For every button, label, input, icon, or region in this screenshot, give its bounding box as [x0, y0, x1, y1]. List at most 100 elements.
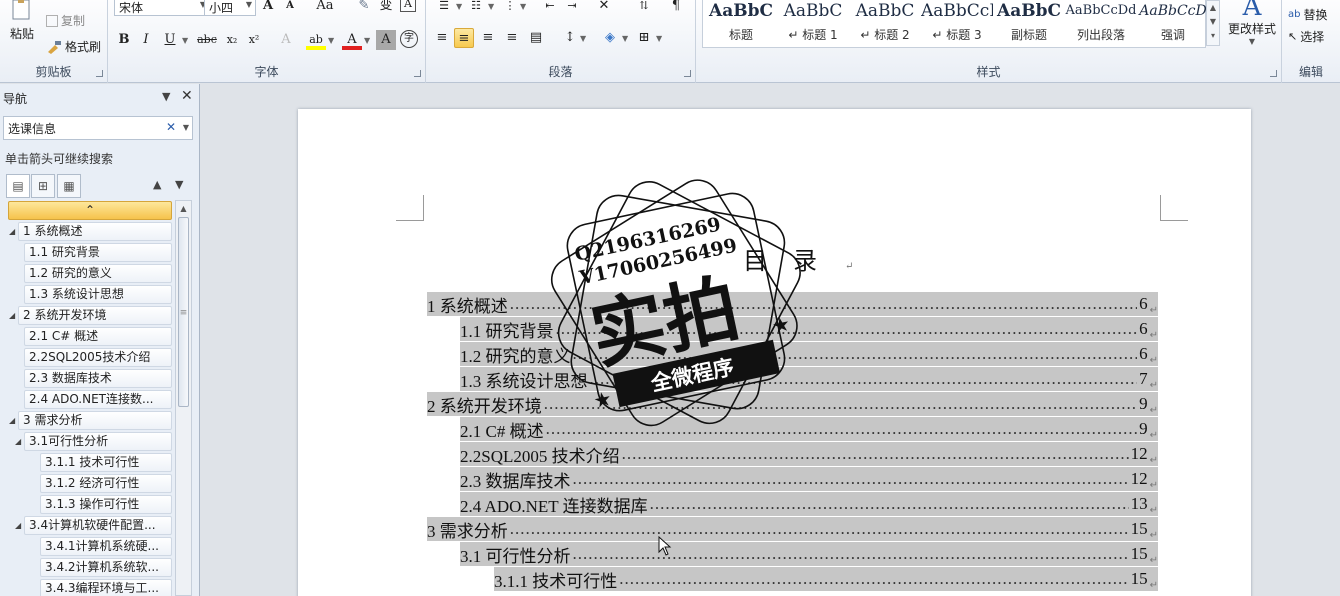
sort-button[interactable]: ⇅	[634, 0, 654, 16]
nav-heading-item[interactable]: 2.3 数据库技术	[24, 369, 172, 388]
clear-search-icon[interactable]: ✕	[166, 120, 176, 134]
chevron-down-icon[interactable]: ▼	[622, 34, 628, 43]
gallery-scroll[interactable]: ▲ ▼ ▾	[1206, 0, 1220, 46]
increase-indent-button[interactable]: ⇥	[562, 0, 582, 16]
underline-button[interactable]: U	[160, 30, 180, 50]
chevron-down-icon[interactable]: ▼	[580, 34, 586, 43]
nav-heading-item[interactable]: 2.1 C# 概述	[24, 327, 172, 346]
scroll-up-icon[interactable]: ▲	[176, 201, 191, 217]
nav-heading-item[interactable]: 3.4.2计算机系统软...	[40, 558, 172, 577]
collapse-triangle-icon[interactable]: ◢	[9, 311, 15, 320]
nav-heading-item[interactable]: 3.1.3 操作可行性	[40, 495, 172, 514]
shrink-font-button[interactable]: A	[280, 0, 300, 16]
copy-button[interactable]: 复制	[46, 12, 85, 29]
tree-collapse-top[interactable]: ⌃	[8, 201, 172, 220]
nav-heading-item[interactable]: 2 系统开发环境	[18, 306, 172, 325]
nav-heading-item[interactable]: 1.1 研究背景	[24, 243, 172, 262]
chevron-down-icon[interactable]: ▼	[328, 36, 334, 45]
chevron-down-icon[interactable]: ▼	[246, 0, 252, 9]
chevron-down-icon[interactable]: ▼	[162, 90, 170, 103]
styles-launcher-icon[interactable]	[1270, 70, 1277, 77]
collapse-triangle-icon[interactable]: ◢	[15, 521, 21, 530]
previous-result-icon[interactable]: ▲	[153, 178, 161, 191]
tab-headings[interactable]: ▤	[6, 174, 30, 198]
tab-results[interactable]: ▦	[57, 174, 81, 198]
chevron-down-icon[interactable]: ▼	[520, 2, 526, 11]
style-gallery-item[interactable]: AaBbC 标题	[705, 0, 777, 44]
shading-button[interactable]: ◈	[600, 28, 620, 48]
text-effects-button[interactable]: A	[276, 30, 296, 50]
borders-button[interactable]: ⊞	[634, 28, 654, 48]
chevron-down-icon[interactable]: ▼	[656, 34, 662, 43]
chevron-down-icon[interactable]: ▼	[456, 2, 462, 11]
toc-entry[interactable]: 3 需求分析..................................…	[427, 517, 1158, 541]
strikethrough-button[interactable]: abc	[194, 30, 220, 50]
document-page[interactable]: 目录 ↵ 1 系统概述..............................…	[298, 109, 1251, 596]
close-icon[interactable]: ✕	[181, 88, 193, 104]
collapse-triangle-icon[interactable]: ◢	[15, 437, 21, 446]
font-color-button[interactable]: A	[342, 30, 362, 50]
numbering-button[interactable]: ☷	[466, 0, 486, 16]
nav-heading-item[interactable]: 1 系统概述	[18, 222, 172, 241]
nav-heading-item[interactable]: 2.2SQL2005技术介绍	[24, 348, 172, 367]
chevron-down-icon[interactable]: ▼	[182, 36, 188, 45]
style-gallery-item[interactable]: AaBbC 副标题	[993, 0, 1065, 44]
style-gallery-item[interactable]: AaBbCcD 强调	[1137, 0, 1209, 44]
line-spacing-button[interactable]: ↕	[560, 28, 580, 48]
toc-entry[interactable]: 3.1.1 技术可行性.............................…	[494, 567, 1158, 591]
nav-heading-item[interactable]: 3.1.1 技术可行性	[40, 453, 172, 472]
toc-entry[interactable]: 3.1 可行性分析...............................…	[460, 542, 1158, 566]
paragraph-launcher-icon[interactable]	[684, 70, 691, 77]
scroll-thumb[interactable]: ≡	[178, 217, 189, 407]
next-result-icon[interactable]: ▼	[175, 178, 183, 191]
char-border-button[interactable]: A	[400, 0, 416, 12]
style-gallery-item[interactable]: AaBbCcI ↵ 标题 3	[921, 0, 993, 44]
decrease-indent-button[interactable]: ⇤	[540, 0, 560, 16]
font-launcher-icon[interactable]	[414, 70, 421, 77]
style-gallery-item[interactable]: AaBbC ↵ 标题 2	[849, 0, 921, 44]
chevron-down-icon[interactable]: ▼	[364, 36, 370, 45]
distributed-button[interactable]: ▤	[526, 28, 546, 48]
change-styles-button[interactable]: A 更改样式 ▼	[1224, 0, 1280, 46]
toc-entry[interactable]: 2.4 ADO.NET 连接数据库.......................…	[460, 492, 1158, 516]
align-right-button[interactable]: ≡	[478, 28, 498, 48]
clipboard-launcher-icon[interactable]	[96, 70, 103, 77]
align-center-button[interactable]: ≡	[454, 28, 474, 48]
clear-format-button[interactable]: ✎	[354, 0, 374, 16]
enclose-char-button[interactable]: 字	[400, 30, 418, 48]
collapse-triangle-icon[interactable]: ◢	[9, 416, 15, 425]
nav-heading-item[interactable]: 3.1可行性分析	[24, 432, 172, 451]
italic-button[interactable]: I	[136, 30, 156, 50]
nav-heading-item[interactable]: 3.1.2 经济可行性	[40, 474, 172, 493]
collapse-triangle-icon[interactable]: ◢	[9, 227, 15, 236]
align-left-button[interactable]: ≡	[432, 28, 452, 48]
font-size-box[interactable]: 小四 ▼	[204, 0, 256, 16]
highlight-button[interactable]: ab	[306, 30, 326, 50]
select-button[interactable]: ↖ 选择	[1288, 28, 1324, 45]
justify-button[interactable]: ≡	[502, 28, 522, 48]
chinese-layout-button[interactable]: ✕	[594, 0, 614, 16]
multilevel-list-button[interactable]: ⋮	[500, 0, 520, 16]
replace-button[interactable]: ab 替换	[1288, 6, 1328, 23]
superscript-button[interactable]: x²	[244, 30, 264, 50]
style-gallery-item[interactable]: AaBbCcDd 列出段落	[1065, 0, 1137, 44]
subscript-button[interactable]: x₂	[222, 30, 242, 50]
tab-pages[interactable]: ⊞	[31, 174, 55, 198]
toc-entry[interactable]: 2.3 数据库技术...............................…	[460, 467, 1158, 491]
char-shading-button[interactable]: A	[376, 30, 396, 50]
format-painter-button[interactable]: 格式刷	[46, 38, 101, 55]
nav-search-input[interactable]: 选课信息 ✕ ▼	[3, 116, 193, 140]
style-gallery-item[interactable]: AaBbC ↵ 标题 1	[777, 0, 849, 44]
nav-heading-item[interactable]: 1.2 研究的意义	[24, 264, 172, 283]
nav-heading-item[interactable]: 1.3 系统设计思想	[24, 285, 172, 304]
nav-scrollbar[interactable]: ▲ ≡	[175, 200, 192, 596]
change-case-button[interactable]: Aa	[312, 0, 338, 16]
grow-font-button[interactable]: A	[258, 0, 278, 16]
nav-heading-item[interactable]: 2.4 ADO.NET连接数...	[24, 390, 172, 409]
nav-heading-item[interactable]: 3.4计算机软硬件配置...	[24, 516, 172, 535]
nav-heading-item[interactable]: 3 需求分析	[18, 411, 172, 430]
phonetic-guide-button[interactable]: 变	[376, 0, 396, 16]
nav-heading-item[interactable]: 3.4.3编程环境与工...	[40, 579, 172, 596]
chevron-down-icon[interactable]: ▼	[183, 123, 189, 132]
chevron-down-icon[interactable]: ▼	[488, 2, 494, 11]
